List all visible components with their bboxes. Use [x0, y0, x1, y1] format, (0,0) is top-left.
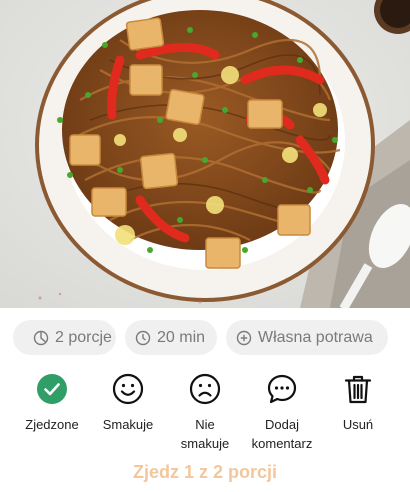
- plus-circle-icon: [236, 330, 252, 346]
- delete-label: Usuń: [342, 417, 374, 432]
- dislike-button[interactable]: Nie smakuje: [165, 373, 245, 453]
- frown-icon: [189, 373, 221, 405]
- noodle-dish-illustration: [0, 0, 410, 308]
- add-comment-button[interactable]: Dodaj komentarz: [242, 373, 322, 453]
- meal-photo: [0, 0, 410, 308]
- add-comment-label: Dodaj komentarz: [251, 417, 313, 451]
- own-dish-chip[interactable]: Własna potrawa: [226, 320, 388, 355]
- eat-portion-button[interactable]: Zjedz 1 z 2 porcji: [0, 462, 410, 483]
- meal-meta-chips: 2 porcje 20 min Własna potrawa: [0, 320, 410, 356]
- portions-chip[interactable]: 2 porcje: [13, 320, 116, 355]
- time-chip[interactable]: 20 min: [125, 320, 217, 355]
- time-label: 20 min: [157, 328, 206, 346]
- clock-icon: [135, 330, 151, 346]
- check-circle-icon: [36, 373, 68, 405]
- like-button[interactable]: Smakuje: [88, 373, 168, 434]
- like-label: Smakuje: [102, 417, 154, 432]
- comment-icon: [266, 373, 298, 405]
- dislike-label: Nie smakuje: [180, 417, 230, 451]
- smile-icon: [112, 373, 144, 405]
- eaten-label: Zjedzone: [25, 417, 79, 432]
- meal-actions: Zjedzone Smakuje Nie smakuje Dodaj komen…: [0, 373, 410, 463]
- portions-label: 2 porcje: [55, 328, 112, 346]
- delete-button[interactable]: Usuń: [318, 373, 398, 434]
- trash-icon: [342, 373, 374, 405]
- pie-icon: [33, 330, 49, 346]
- eaten-button[interactable]: Zjedzone: [12, 373, 92, 434]
- own-dish-label: Własna potrawa: [258, 328, 373, 346]
